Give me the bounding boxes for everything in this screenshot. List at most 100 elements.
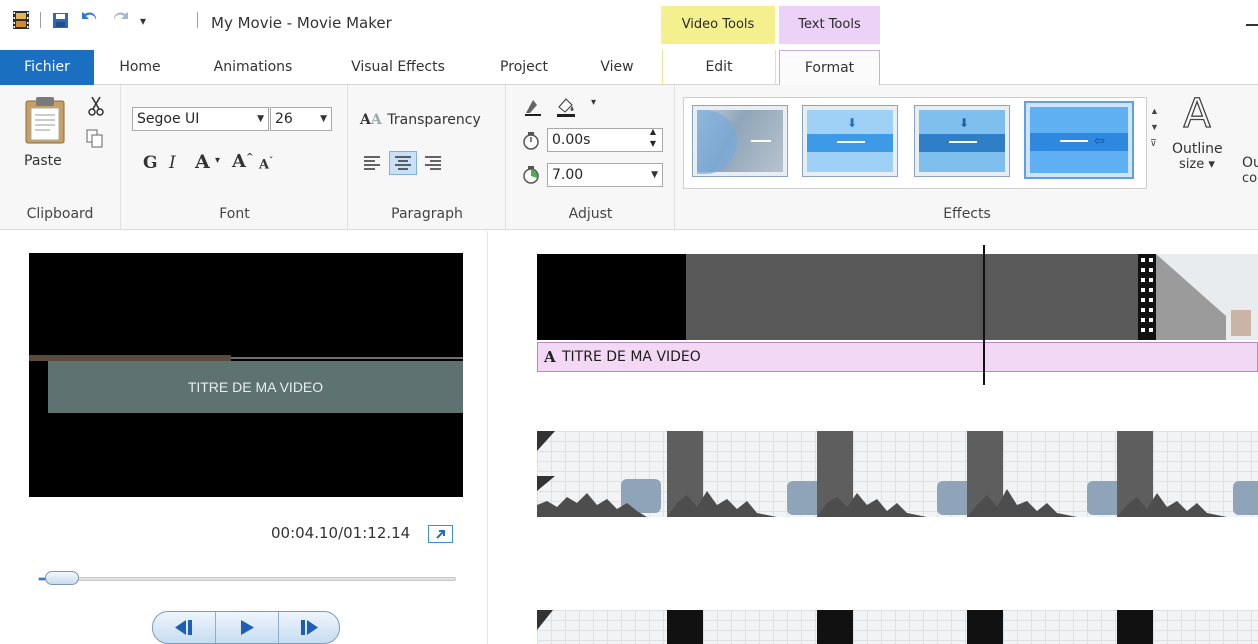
paste-label: Paste [24, 153, 62, 169]
cut-icon[interactable] [88, 95, 104, 120]
timeline-clip[interactable] [537, 610, 1258, 644]
audio-waveform [537, 489, 1258, 517]
background-color-dropdown-icon[interactable]: ▾ [591, 97, 596, 108]
tab-fichier[interactable]: Fichier [0, 50, 94, 85]
next-frame-button[interactable] [279, 612, 339, 643]
clip-frame-gray [686, 254, 980, 340]
caption-text: TITRE DE MA VIDEO [562, 349, 701, 365]
duration-value: 7.00 [552, 167, 584, 183]
effect-thumbnail-selected[interactable]: ⇦ [1024, 101, 1134, 179]
start-time-value: 0.00s [552, 132, 591, 148]
caption-track[interactable]: A TITRE DE MA VIDEO [537, 342, 1258, 372]
arrow-down-icon: ⬇ [847, 116, 858, 130]
outline-size-button[interactable]: A Outline size ▾ [1172, 90, 1223, 172]
clipboard-group: Paste Clipboard [0, 85, 121, 230]
video-tools-context-header: Video Tools [661, 6, 775, 50]
outline-color-button[interactable]: Ou co [1242, 155, 1258, 186]
align-right-icon[interactable] [424, 155, 442, 174]
outline-size-label-2: size ▾ [1179, 157, 1215, 172]
tab-visual-effects[interactable]: Visual Effects [328, 50, 468, 85]
playhead[interactable] [983, 245, 985, 385]
outline-size-label-1: Outline [1172, 141, 1223, 157]
effect-thumbnail[interactable]: ⬇ [914, 105, 1010, 177]
font-color-button[interactable]: A [195, 151, 210, 173]
clip-frame-black [537, 254, 686, 340]
shrink-font-button[interactable]: Aˇ [259, 155, 273, 172]
play-button[interactable] [216, 612, 279, 643]
timeline-clip[interactable] [537, 254, 1258, 340]
gallery-scroll-up-icon[interactable]: ▲ [1150, 103, 1159, 119]
clip-frame-dark [817, 610, 853, 644]
preview-title-band: TITRE DE MA VIDEO [29, 355, 463, 413]
thumbnail-grid [703, 610, 817, 644]
minimize-button[interactable] [1246, 24, 1258, 26]
ribbon-tab-row: Fichier Home Animations Visual Effects P… [0, 50, 1258, 86]
font-size-select[interactable]: 26 ▼ [270, 107, 332, 131]
seek-bar[interactable] [38, 577, 456, 581]
video-tools-label: Video Tools [661, 6, 775, 44]
grow-font-button[interactable]: A^ [232, 151, 254, 172]
font-color-dropdown-icon[interactable]: ▾ [215, 155, 220, 166]
stepper-arrows-icon[interactable]: ▲ ▼ [650, 126, 656, 150]
video-preview[interactable]: TITRE DE MA VIDEO [29, 253, 463, 497]
play-icon [241, 620, 254, 635]
tab-view[interactable]: View [578, 50, 656, 85]
effect-band [1030, 133, 1128, 151]
font-family-value: Segoe UI [137, 111, 200, 127]
transparency-label: Transparency [387, 112, 481, 128]
duration-select[interactable]: 7.00 ▼ [547, 163, 663, 187]
effect-thumbnail[interactable]: ⬇ [802, 105, 898, 177]
effect-preview [697, 110, 783, 174]
start-time-stepper[interactable]: 0.00s ▲ ▼ [547, 126, 663, 152]
effect-preview: ⇦ [1030, 107, 1128, 173]
effect-preview: ⬇ [919, 110, 1005, 172]
save-icon[interactable] [52, 12, 69, 29]
customize-qat-dropdown-icon[interactable]: ▾ [140, 14, 146, 28]
paragraph-group-label: Paragraph [391, 206, 463, 222]
fullscreen-button[interactable] [428, 525, 453, 543]
font-family-select[interactable]: Segoe UI ▼ [132, 107, 269, 131]
align-left-icon[interactable] [363, 155, 381, 174]
clip-frame-dark [667, 610, 703, 644]
duration-icon [522, 165, 540, 188]
adjust-group: ▾ 0.00s ▲ ▼ 7.00 ▼ Adjust [507, 85, 675, 230]
italic-button[interactable]: I [169, 153, 176, 173]
previous-frame-button[interactable] [153, 612, 216, 643]
copy-icon[interactable] [86, 129, 104, 152]
chevron-down-icon: ▼ [257, 114, 264, 124]
tab-edit[interactable]: Edit [662, 50, 776, 85]
effect-thumbnail[interactable] [692, 105, 788, 177]
transparency-icon: AA [360, 112, 382, 128]
effects-group: ⬇ ⬇ ⇦ ▲ ▼ ⊽ A Outline size ▾ Ou co Effec… [676, 85, 1258, 230]
transition-marker-icon [537, 610, 553, 630]
tab-project[interactable]: Project [484, 50, 564, 85]
transition-marker-icon [537, 431, 555, 491]
background-color-icon[interactable] [555, 95, 577, 120]
gallery-more-icon[interactable]: ⊽ [1150, 135, 1159, 151]
paste-button[interactable] [22, 95, 68, 148]
thumbnail-grid [1153, 610, 1258, 644]
tab-animations[interactable]: Animations [188, 50, 318, 85]
gallery-scroll-controls[interactable]: ▲ ▼ ⊽ [1150, 103, 1159, 151]
transparency-button[interactable]: AA Transparency [360, 112, 481, 128]
effect-preview: ⬇ [807, 110, 893, 172]
font-size-value: 26 [275, 111, 293, 127]
align-center-icon[interactable] [389, 151, 417, 175]
gallery-scroll-down-icon[interactable]: ▼ [1150, 119, 1159, 135]
undo-icon[interactable] [78, 9, 100, 29]
redo-icon[interactable] [110, 9, 132, 29]
grow-font-label: A [232, 151, 246, 172]
seek-thumb[interactable] [45, 571, 79, 585]
film-strip-icon [1141, 258, 1153, 332]
text-color-icon[interactable] [523, 97, 543, 120]
thumbnail-grid [1003, 610, 1117, 644]
movie-maker-app-icon[interactable] [12, 10, 30, 30]
tab-format[interactable]: Format [779, 50, 880, 86]
chevron-down-icon: ▼ [651, 170, 658, 180]
bold-button[interactable]: G [143, 153, 158, 173]
font-group-label: Font [219, 206, 250, 222]
timeline-clip[interactable] [537, 431, 1258, 517]
tab-home[interactable]: Home [104, 50, 176, 85]
effect-band [919, 134, 1005, 152]
outline-size-label-2-text: size [1179, 157, 1205, 172]
